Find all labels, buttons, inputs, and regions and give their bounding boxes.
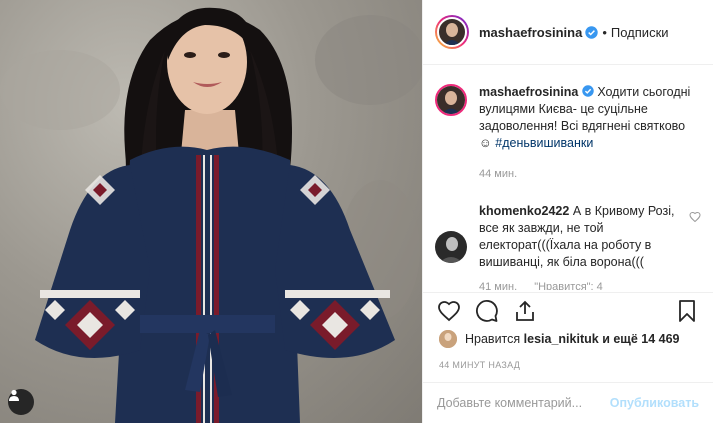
author-username[interactable]: mashaefrosinina bbox=[479, 25, 582, 40]
post-side-panel: mashaefrosinina • Подписки mashaefrosini… bbox=[422, 0, 713, 423]
caption-username[interactable]: mashaefrosinina bbox=[479, 85, 578, 99]
post-header: mashaefrosinina • Подписки bbox=[423, 0, 713, 65]
likes-line: Нравится lesia_nikituk и ещё 14 469 bbox=[439, 330, 703, 348]
bookmark-icon[interactable] bbox=[675, 299, 699, 323]
caption-hashtag[interactable]: #деньвишиванки bbox=[495, 136, 593, 150]
caption-time[interactable]: 44 мин. bbox=[479, 168, 517, 180]
comment-meta: 41 мин. "Нравится": 4 bbox=[479, 279, 683, 290]
user-tag-button[interactable] bbox=[8, 389, 34, 415]
caption-avatar[interactable] bbox=[435, 84, 467, 116]
post-photo[interactable] bbox=[0, 0, 422, 423]
post-timestamp[interactable]: 44 минут назад bbox=[439, 360, 520, 370]
separator-dot: • bbox=[602, 24, 607, 40]
comment-avatar[interactable] bbox=[435, 231, 467, 263]
heart-icon[interactable] bbox=[437, 299, 461, 323]
comment-time[interactable]: 41 мин. bbox=[479, 281, 517, 290]
liker-avatar[interactable] bbox=[439, 330, 457, 348]
comment-like-heart-icon[interactable] bbox=[689, 211, 701, 223]
likes-count[interactable]: и ещё 14 469 bbox=[602, 332, 679, 346]
publish-comment-button[interactable]: Опубликовать bbox=[610, 396, 699, 410]
author-avatar[interactable] bbox=[435, 15, 469, 49]
comment-row: khomenko2422 А в Кривому Розі, все як за… bbox=[423, 203, 713, 290]
verified-badge-icon bbox=[582, 85, 594, 97]
photo-illustration bbox=[0, 7, 422, 423]
verified-badge-icon bbox=[585, 25, 599, 39]
comment-likes[interactable]: "Нравится": 4 bbox=[534, 281, 603, 290]
add-comment-bar: Опубликовать bbox=[423, 382, 713, 423]
following-button[interactable]: Подписки bbox=[611, 25, 669, 40]
share-icon[interactable] bbox=[513, 299, 537, 323]
caption-meta: 44 мин. bbox=[479, 166, 701, 183]
post-actions bbox=[423, 292, 713, 328]
comment-body: khomenko2422 А в Кривому Розі, все як за… bbox=[479, 203, 683, 290]
likes-user[interactable]: lesia_nikituk bbox=[524, 332, 599, 346]
comments-list: mashaefrosinina Ходити сьогодні вулицями… bbox=[423, 66, 713, 290]
comment-input[interactable] bbox=[437, 396, 610, 410]
caption-body: mashaefrosinina Ходити сьогодні вулицями… bbox=[479, 84, 701, 183]
likes-prefix: Нравится bbox=[465, 332, 521, 346]
caption-row: mashaefrosinina Ходити сьогодні вулицями… bbox=[423, 84, 713, 183]
comment-icon[interactable] bbox=[475, 299, 499, 323]
comment-username[interactable]: khomenko2422 bbox=[479, 204, 569, 218]
user-tag-icon bbox=[9, 389, 19, 401]
